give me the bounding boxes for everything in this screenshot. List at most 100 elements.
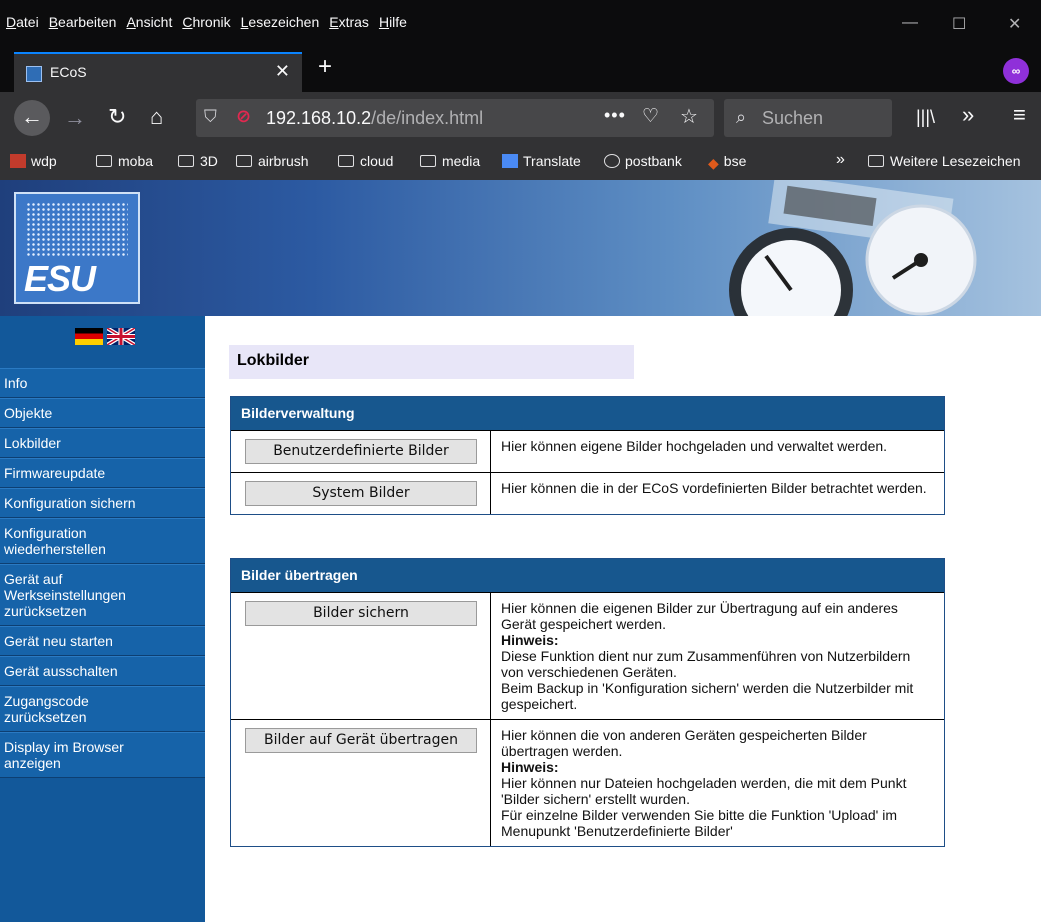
section-bilderverwaltung: Bilderverwaltung Benutzerdefinierte Bild… xyxy=(230,396,945,515)
bookmarks-toolbar: wdp moba 3D airbrush cloud media Transla… xyxy=(0,144,1041,180)
hint-line: Diese Funktion dient nur zum Zusammenfüh… xyxy=(501,648,911,680)
hamburger-menu-icon[interactable]: ≡ xyxy=(1013,104,1026,126)
bookmark-airbrush[interactable]: airbrush xyxy=(236,153,309,169)
back-arrow-icon[interactable]: ← xyxy=(14,100,50,136)
folder-icon xyxy=(420,155,436,167)
table-row: Bilder auf Gerät übertragen Hier können … xyxy=(231,719,944,846)
bilder-sichern-button[interactable]: Bilder sichern xyxy=(245,601,477,626)
sidebar-item-lokbilder[interactable]: Lokbilder xyxy=(0,428,205,458)
hint-label: Hinweis: xyxy=(501,632,559,648)
row-description: Hier können die eigenen Bilder zur Übert… xyxy=(491,593,944,719)
wdp-favicon-icon xyxy=(10,154,26,168)
bookmark-3d[interactable]: 3D xyxy=(178,153,218,169)
sidebar-item-ausschalten[interactable]: Gerät ausschalten xyxy=(0,656,205,686)
main-content: Lokbilder Bilderverwaltung Benutzerdefin… xyxy=(205,316,1041,922)
gauge-illustration xyxy=(729,180,977,316)
bookmark-label: Weitere Lesezeichen xyxy=(890,153,1021,169)
menu-chronik[interactable]: Chronik xyxy=(182,14,230,30)
bookmarks-overflow-icon[interactable]: » xyxy=(836,151,845,169)
translate-favicon-icon xyxy=(502,154,518,168)
menu-extras[interactable]: Extras xyxy=(329,14,369,30)
close-window-icon[interactable]: ✕ xyxy=(1008,14,1021,34)
menu-hilfe[interactable]: Hilfe xyxy=(379,14,407,30)
system-bilder-button[interactable]: System Bilder xyxy=(245,481,477,506)
bookmark-moba[interactable]: moba xyxy=(96,153,153,169)
url-text[interactable]: 192.168.10.2/de/index.html xyxy=(266,108,483,129)
german-flag-icon[interactable] xyxy=(75,328,103,345)
overflow-chevron-icon[interactable]: » xyxy=(962,104,974,126)
table-row: Benutzerdefinierte Bilder Hier können ei… xyxy=(231,430,944,472)
bilder-auf-geraet-uebertragen-button[interactable]: Bilder auf Gerät übertragen xyxy=(245,728,477,753)
bookmark-label: airbrush xyxy=(258,153,309,169)
maximize-icon[interactable]: ☐ xyxy=(952,14,966,34)
sidebar-item-objekte[interactable]: Objekte xyxy=(0,398,205,428)
tab-ecos[interactable]: ECoS ✕ xyxy=(14,52,302,92)
bookmark-label: wdp xyxy=(31,153,57,169)
bookmark-label: media xyxy=(442,153,481,169)
home-icon[interactable]: ⌂ xyxy=(150,106,163,128)
folder-icon xyxy=(96,155,112,167)
forward-arrow-icon[interactable]: → xyxy=(64,107,86,129)
reload-icon[interactable]: ↻ xyxy=(108,106,126,128)
uk-flag-icon[interactable] xyxy=(107,328,135,345)
sidebar-item-neu-starten[interactable]: Gerät neu starten xyxy=(0,626,205,656)
close-tab-icon[interactable]: ✕ xyxy=(275,61,290,82)
bookmark-label: cloud xyxy=(360,153,394,169)
bookmark-weitere[interactable]: Weitere Lesezeichen xyxy=(868,153,1020,169)
pocket-icon[interactable]: ♡ xyxy=(642,105,659,128)
row-description: Hier können die in der ECoS vordefiniert… xyxy=(501,480,927,496)
bookmark-bse[interactable]: ◆ bse xyxy=(708,153,746,171)
tracking-shield-icon[interactable]: ⛉ xyxy=(204,107,217,127)
bookmark-star-icon[interactable]: ☆ xyxy=(680,104,698,129)
minimize-icon[interactable]: — xyxy=(902,14,918,32)
sidebar-item-werkseinstellungen[interactable]: Gerät auf Werkseinstellungen zurücksetze… xyxy=(0,564,205,626)
folder-icon xyxy=(868,155,884,167)
esu-banner: ESU xyxy=(0,180,1041,316)
tab-title: ECoS xyxy=(50,64,87,80)
description-text: Hier können die eigenen Bilder zur Übert… xyxy=(501,600,898,632)
menu-datei[interactable]: Datei xyxy=(6,14,39,30)
bookmark-label: postbank xyxy=(625,153,682,169)
menu-lesezeichen[interactable]: Lesezeichen xyxy=(241,14,320,30)
new-tab-icon[interactable]: + xyxy=(318,55,332,79)
row-description: Hier können die von anderen Geräten gesp… xyxy=(491,720,944,846)
sidebar-item-konfiguration-wiederherstellen[interactable]: Konfiguration wiederherstellen xyxy=(0,518,205,564)
sidebar-item-info[interactable]: Info xyxy=(0,368,205,398)
button-cell: Bilder sichern xyxy=(231,593,491,719)
sidebar-item-display-browser[interactable]: Display im Browser anzeigen xyxy=(0,732,205,778)
bookmark-label: moba xyxy=(118,153,154,169)
benutzerdefinierte-bilder-button[interactable]: Benutzerdefinierte Bilder xyxy=(245,439,477,464)
nav-toolbar: ← → ↻ ⌂ ⛉ ⊘ 192.168.10.2/de/index.html •… xyxy=(0,92,1041,144)
search-bar[interactable]: ⌕ Suchen xyxy=(724,99,892,137)
page-actions-icon[interactable]: ••• xyxy=(604,105,626,126)
sidebar-item-konfiguration-sichern[interactable]: Konfiguration sichern xyxy=(0,488,205,518)
url-bar[interactable]: ⛉ ⊘ 192.168.10.2/de/index.html ••• ♡ ☆ xyxy=(196,99,714,137)
bookmark-media[interactable]: media xyxy=(420,153,480,169)
hint-line: Beim Backup in 'Konfiguration sichern' w… xyxy=(501,680,914,712)
bookmark-postbank[interactable]: postbank xyxy=(604,153,682,169)
menu-bearbeiten[interactable]: Bearbeiten xyxy=(49,14,117,30)
sidebar-item-zugangscode[interactable]: Zugangscode zurücksetzen xyxy=(0,686,205,732)
bookmark-cloud[interactable]: cloud xyxy=(338,153,393,169)
bookmark-wdp[interactable]: wdp xyxy=(10,153,57,169)
insecure-lock-icon[interactable]: ⊘ xyxy=(236,106,251,127)
button-cell: System Bilder xyxy=(231,473,491,514)
language-flags xyxy=(0,316,205,368)
bookmark-label: 3D xyxy=(200,153,218,169)
sidebar-item-firmwareupdate[interactable]: Firmwareupdate xyxy=(0,458,205,488)
globe-icon xyxy=(604,154,620,168)
tab-strip: ECoS ✕ xyxy=(0,40,1041,92)
bookmark-label: Translate xyxy=(523,153,581,169)
table-row: Bilder sichern Hier können die eigenen B… xyxy=(231,592,944,719)
bookmark-translate[interactable]: Translate xyxy=(502,153,581,169)
menu-ansicht[interactable]: Ansicht xyxy=(126,14,172,30)
row-description: Hier können eigene Bilder hochgeladen un… xyxy=(501,438,888,454)
folder-icon xyxy=(338,155,354,167)
library-icon[interactable]: |||\ xyxy=(916,106,935,128)
url-path: /de/index.html xyxy=(371,108,484,128)
sidebar: Info Objekte Lokbilder Firmwareupdate Ko… xyxy=(0,316,205,922)
button-cell: Benutzerdefinierte Bilder xyxy=(231,431,491,472)
section-heading: Bilder übertragen xyxy=(231,559,944,592)
hint-label: Hinweis: xyxy=(501,759,559,775)
esu-favicon-icon xyxy=(26,66,42,82)
